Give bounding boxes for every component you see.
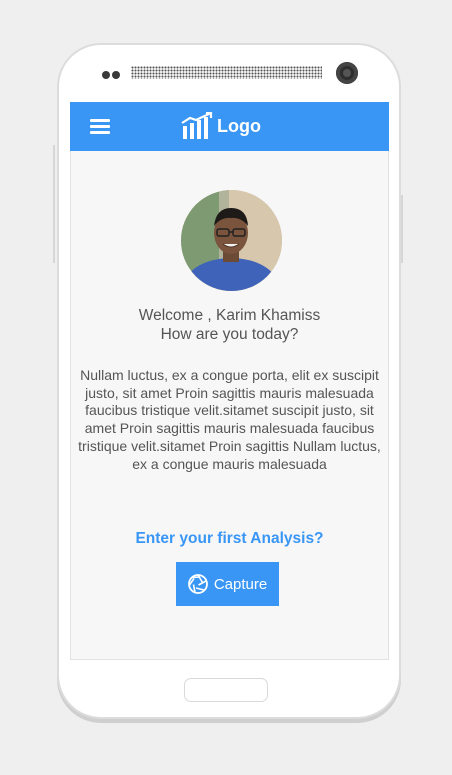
hamburger-menu-icon[interactable]: [90, 119, 110, 134]
bar-chart-logo-icon: [181, 112, 213, 139]
phone-side-button-right: [401, 195, 403, 263]
app-header: Logo: [70, 102, 389, 151]
welcome-question: How are you today?: [160, 326, 299, 343]
logo-text: Logo: [217, 115, 261, 136]
phone-home-button[interactable]: [184, 678, 268, 702]
avatar-photo: [181, 190, 282, 291]
logo[interactable]: Logo: [181, 112, 261, 140]
capture-button-label: Capture: [213, 575, 268, 593]
speaker-grille: [131, 66, 322, 79]
analysis-prompt[interactable]: Enter your first Analysis?: [70, 530, 389, 548]
capture-button[interactable]: Capture: [176, 562, 279, 606]
sensor-dots: [102, 71, 120, 79]
description-text: Nullam luctus, ex a congue porta, elit e…: [78, 367, 381, 472]
front-camera-icon: [336, 62, 358, 84]
avatar: [181, 190, 282, 291]
phone-side-button-left: [53, 145, 55, 263]
aperture-icon: [187, 574, 208, 594]
welcome-greeting: Welcome , Karim Khamiss: [138, 307, 321, 324]
